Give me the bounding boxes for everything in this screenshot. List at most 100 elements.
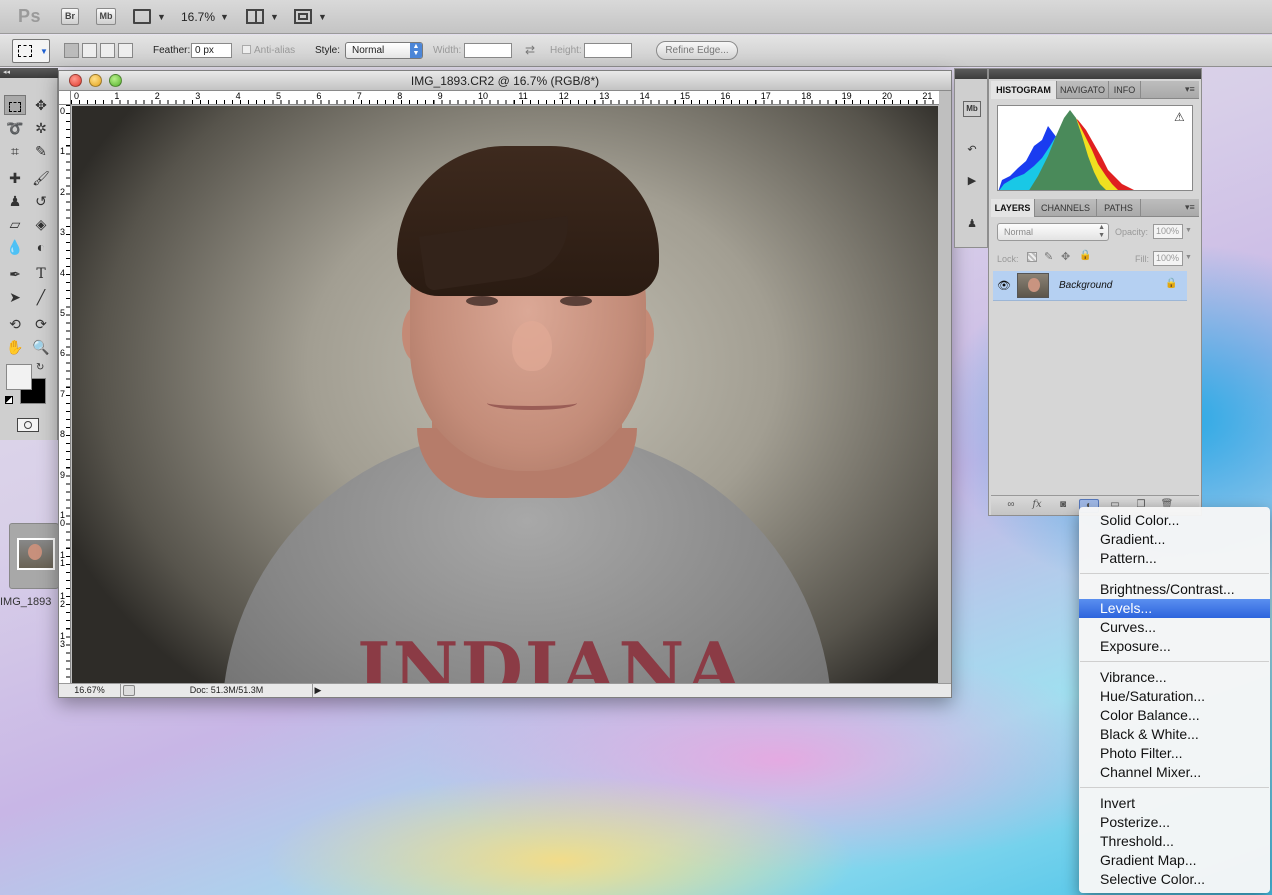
new-selection-icon[interactable] (64, 43, 79, 58)
tab-histogram[interactable]: HISTOGRAM (991, 81, 1057, 99)
style-select[interactable]: Normal ▲ ▼ (345, 42, 423, 59)
pen-tool-icon[interactable]: ✒ (4, 264, 26, 284)
tab-paths[interactable]: PATHS (1097, 199, 1141, 217)
chevron-down-icon[interactable]: ▼ (318, 12, 327, 22)
move-tool-icon[interactable]: ✥ (30, 95, 52, 115)
history-brush-tool-icon[interactable]: ↺ (30, 191, 52, 211)
intersect-selection-icon[interactable] (118, 43, 133, 58)
minimized-document[interactable] (9, 523, 59, 589)
chevron-down-icon[interactable]: ▼ (1185, 254, 1192, 261)
paint-bucket-tool-icon[interactable]: ◈ (30, 214, 52, 234)
tool-preset-picker[interactable]: ▼ (12, 39, 50, 63)
zoom-level-dropdown[interactable]: 16.7% (181, 10, 215, 24)
lasso-tool-icon[interactable]: ➰ (4, 118, 26, 138)
chevron-down-icon[interactable]: ▼ (270, 12, 279, 22)
document-title-bar[interactable]: IMG_1893.CR2 @ 16.7% (RGB/8*) (59, 71, 951, 91)
actions-panel-icon[interactable]: ▶ (963, 174, 981, 190)
menu-item-levels[interactable]: Levels... (1079, 599, 1270, 618)
status-info-icon[interactable] (123, 685, 135, 696)
menu-item-channel-mixer[interactable]: Channel Mixer... (1079, 763, 1270, 782)
image-canvas[interactable]: INDIANA (72, 106, 938, 683)
menu-item-brightness-contrast[interactable]: Brightness/Contrast... (1079, 580, 1270, 599)
layer-row[interactable]: 👁 Background 🔒 (993, 271, 1187, 301)
menu-item-threshold[interactable]: Threshold... (1079, 832, 1270, 851)
zoom-tool-icon[interactable]: 🔍 (30, 337, 52, 357)
view-extras-icon[interactable] (133, 9, 151, 24)
magic-wand-tool-icon[interactable]: ✲ (30, 118, 52, 138)
mini-bridge-panel-icon[interactable]: Mb (963, 101, 981, 117)
status-zoom-level[interactable]: 16.67% (59, 684, 121, 697)
warning-icon[interactable]: ⚠ (1174, 110, 1185, 124)
menu-item-posterize[interactable]: Posterize... (1079, 813, 1270, 832)
default-colors-icon[interactable] (5, 396, 13, 404)
dock-header[interactable] (955, 69, 987, 79)
menu-item-gradient-map[interactable]: Gradient Map... (1079, 851, 1270, 870)
blend-mode-select[interactable]: Normal ▲ ▼ (997, 223, 1109, 241)
vertical-ruler[interactable]: 0 1 2 3 4 5 6 7 8 9 10 11 12 13 (59, 105, 71, 683)
menu-item-hue-saturation[interactable]: Hue/Saturation... (1079, 687, 1270, 706)
lock-all-icon[interactable]: 🔒 (1079, 250, 1091, 261)
rectangular-marquee-tool-icon[interactable] (4, 95, 26, 115)
chevron-down-icon[interactable]: ▼ (157, 12, 166, 22)
brush-tool-icon[interactable]: 🖌 (30, 168, 52, 188)
lock-pixels-icon[interactable]: ✎ (1044, 250, 1053, 263)
tab-channels[interactable]: CHANNELS (1035, 199, 1097, 217)
tab-layers[interactable]: LAYERS (991, 199, 1035, 217)
chevron-down-icon[interactable]: ▼ (1185, 227, 1192, 234)
ruler-origin[interactable] (59, 91, 71, 105)
foreground-color-swatch[interactable] (6, 364, 32, 390)
width-input[interactable] (464, 43, 512, 58)
screen-mode-icon[interactable] (294, 9, 312, 24)
lock-position-icon[interactable]: ✥ (1061, 250, 1070, 263)
history-panel-icon[interactable]: ↶ (963, 143, 981, 159)
link-layers-icon[interactable]: ∞ (1001, 499, 1021, 513)
type-tool-icon[interactable]: T (30, 264, 52, 284)
add-mask-icon[interactable]: ◙ (1053, 499, 1073, 513)
dodge-tool-icon[interactable]: ◐ (30, 237, 52, 257)
hand-tool-icon[interactable]: ✋ (4, 337, 26, 357)
subtract-from-selection-icon[interactable] (100, 43, 115, 58)
panel-menu-icon[interactable]: ▾≡ (1185, 84, 1195, 95)
tools-panel-header[interactable]: ◂◂ (0, 68, 58, 78)
clone-stamp-tool-icon[interactable]: ♟ (4, 191, 26, 211)
status-menu-arrow-icon[interactable]: ▶ (313, 684, 323, 697)
eye-icon[interactable]: 👁 (997, 279, 1011, 292)
eraser-tool-icon[interactable]: ▱ (4, 214, 26, 234)
height-input[interactable] (584, 43, 632, 58)
3d-rotate-tool-icon[interactable]: ⟲ (4, 314, 26, 334)
menu-item-exposure[interactable]: Exposure... (1079, 637, 1270, 656)
panels-header[interactable] (989, 69, 1201, 79)
quick-mask-icon[interactable] (17, 418, 39, 432)
menu-item-pattern[interactable]: Pattern... (1079, 549, 1270, 568)
menu-item-selective-color[interactable]: Selective Color... (1079, 870, 1270, 889)
path-selection-tool-icon[interactable]: ➤ (4, 287, 26, 307)
eyedropper-tool-icon[interactable]: ✎ (30, 141, 52, 161)
line-tool-icon[interactable]: ╱ (30, 287, 52, 307)
healing-brush-tool-icon[interactable]: ✚ (4, 168, 26, 188)
horizontal-ruler[interactable]: 0 1 2 3 4 5 6 7 8 9 10 11 12 13 14 15 16 17 18 19 20 21 (71, 91, 939, 105)
layer-style-fx-icon[interactable]: fx (1027, 499, 1047, 513)
fill-input[interactable]: 100% (1153, 251, 1183, 266)
menu-item-vibrance[interactable]: Vibrance... (1079, 668, 1270, 687)
swap-icon[interactable]: ⇄ (525, 43, 535, 57)
menu-item-color-balance[interactable]: Color Balance... (1079, 706, 1270, 725)
lock-transparent-icon[interactable] (1027, 252, 1037, 262)
feather-input[interactable]: 0 px (191, 43, 232, 58)
crop-tool-icon[interactable]: ⌗ (4, 141, 26, 161)
panel-menu-icon[interactable]: ▾≡ (1185, 202, 1195, 213)
menu-item-photo-filter[interactable]: Photo Filter... (1079, 744, 1270, 763)
blur-tool-icon[interactable]: 💧 (4, 237, 26, 257)
bridge-button[interactable]: Br (61, 8, 79, 25)
menu-item-curves[interactable]: Curves... (1079, 618, 1270, 637)
menu-item-gradient[interactable]: Gradient... (1079, 530, 1270, 549)
clone-source-panel-icon[interactable]: ♟ (963, 217, 981, 233)
refine-edge-button[interactable]: Refine Edge... (656, 41, 738, 60)
tab-info[interactable]: INFO (1109, 81, 1141, 99)
opacity-input[interactable]: 100% (1153, 224, 1183, 239)
3d-orbit-tool-icon[interactable]: ⟳ (30, 314, 52, 334)
anti-alias-checkbox[interactable] (242, 45, 251, 54)
arrange-documents-icon[interactable] (246, 9, 264, 24)
add-to-selection-icon[interactable] (82, 43, 97, 58)
swap-colors-icon[interactable]: ↻ (36, 362, 44, 373)
menu-item-invert[interactable]: Invert (1079, 794, 1270, 813)
